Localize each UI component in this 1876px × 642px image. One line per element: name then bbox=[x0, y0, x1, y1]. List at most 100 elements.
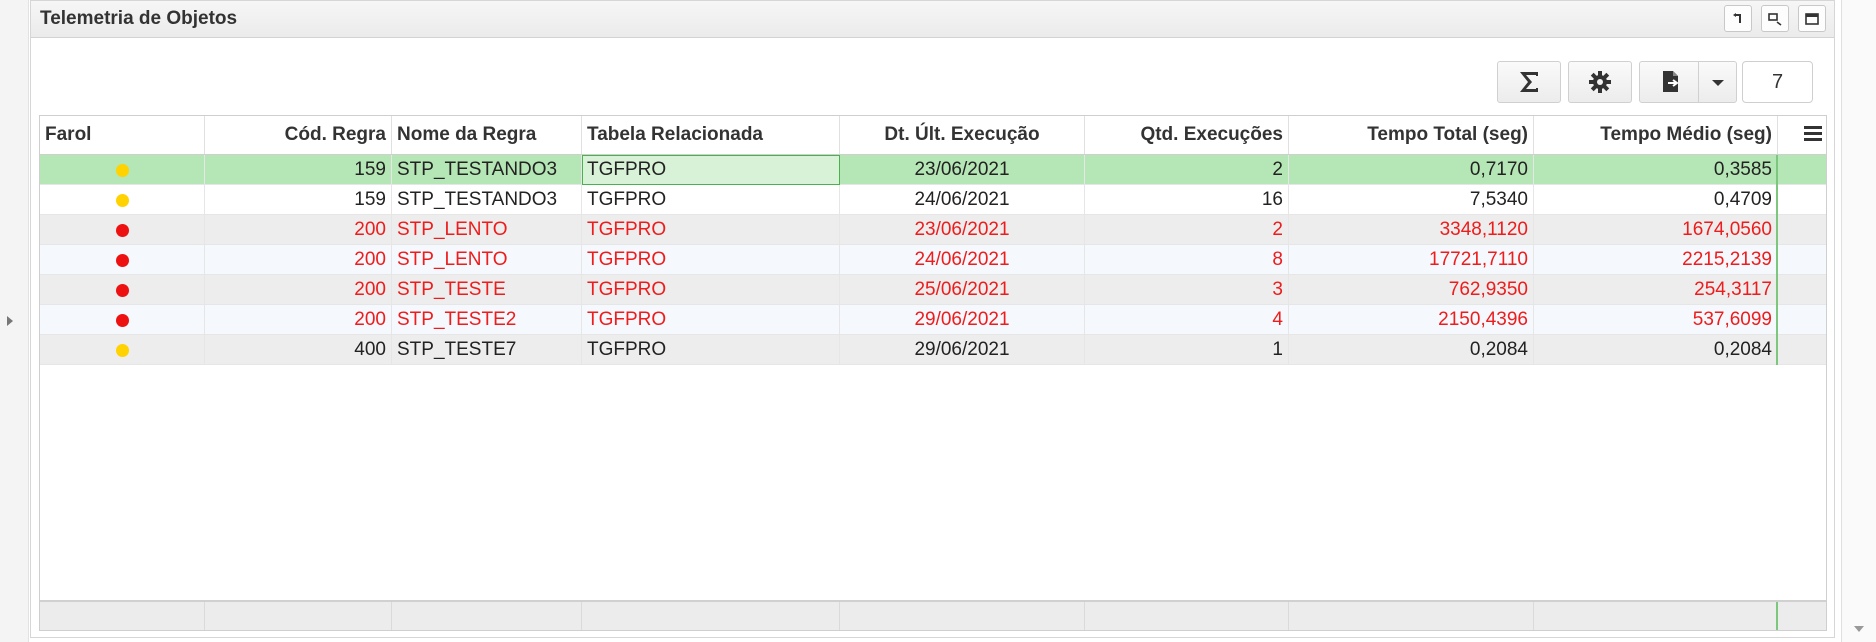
nome-regra-cell: STP_TESTE bbox=[392, 275, 582, 305]
nome-regra-cell: STP_LENTO bbox=[392, 245, 582, 275]
status-dot-red-icon bbox=[116, 314, 129, 327]
farol-cell bbox=[40, 215, 205, 245]
footer-cell bbox=[1534, 602, 1778, 630]
nome-regra-cell: STP_TESTE7 bbox=[392, 335, 582, 365]
settings-button[interactable] bbox=[1568, 61, 1632, 103]
qtd-execucoes-cell: 1 bbox=[1085, 335, 1289, 365]
tabela-cell: TGFPRO bbox=[582, 335, 840, 365]
table-row[interactable]: 159 STP_TESTANDO3 TGFPRO 24/06/2021 16 7… bbox=[40, 185, 1826, 215]
page-size-input[interactable]: 7 bbox=[1742, 61, 1813, 103]
expand-arrow-icon[interactable] bbox=[7, 316, 13, 326]
farol-cell bbox=[40, 185, 205, 215]
cod-regra-cell: 400 bbox=[205, 335, 392, 365]
tabela-cell[interactable]: TGFPRO bbox=[582, 155, 840, 185]
table-row[interactable]: 200 STP_TESTE2 TGFPRO 29/06/2021 4 2150,… bbox=[40, 305, 1826, 335]
footer-cell bbox=[40, 602, 205, 630]
chevron-down-icon[interactable] bbox=[1712, 80, 1724, 86]
footer-cell bbox=[582, 602, 840, 630]
grid-header: Farol Cód. Regra Nome da Regra Tabela Re… bbox=[40, 116, 1826, 155]
farol-cell bbox=[40, 335, 205, 365]
column-header-cod-regra[interactable]: Cód. Regra bbox=[205, 116, 392, 154]
status-dot-red-icon bbox=[116, 224, 129, 237]
tempo-total-cell: 0,2084 bbox=[1289, 335, 1534, 365]
tempo-total-cell: 7,5340 bbox=[1289, 185, 1534, 215]
tabela-cell: TGFPRO bbox=[582, 185, 840, 215]
dt-execucao-cell: 23/06/2021 bbox=[840, 215, 1085, 245]
row-edge-marker bbox=[1776, 155, 1778, 185]
footer-cell bbox=[840, 602, 1085, 630]
column-menu-icon[interactable] bbox=[1804, 126, 1822, 144]
column-header-tabela[interactable]: Tabela Relacionada bbox=[582, 116, 840, 154]
column-header-dt-execucao[interactable]: Dt. Últ. Execução bbox=[840, 116, 1085, 154]
table-row[interactable]: 200 STP_LENTO TGFPRO 24/06/2021 8 17721,… bbox=[40, 245, 1826, 275]
tabela-cell: TGFPRO bbox=[582, 275, 840, 305]
undo-icon bbox=[1733, 13, 1741, 23]
nome-regra-cell: STP_TESTE2 bbox=[392, 305, 582, 335]
qtd-execucoes-cell: 2 bbox=[1085, 215, 1289, 245]
tempo-total-cell: 2150,4396 bbox=[1289, 305, 1534, 335]
table-row[interactable]: 159 STP_TESTANDO3 TGFPRO 23/06/2021 2 0,… bbox=[40, 155, 1826, 185]
export-file-icon bbox=[1663, 71, 1679, 92]
table-row[interactable]: 200 STP_TESTE TGFPRO 25/06/2021 3 762,93… bbox=[40, 275, 1826, 305]
column-header-nome-regra[interactable]: Nome da Regra bbox=[392, 116, 582, 154]
qtd-execucoes-cell: 2 bbox=[1085, 155, 1289, 185]
column-header-qtd-execucoes[interactable]: Qtd. Execuções bbox=[1085, 116, 1289, 154]
table-row[interactable]: 400 STP_TESTE7 TGFPRO 29/06/2021 1 0,208… bbox=[40, 335, 1826, 365]
footer-cell bbox=[1085, 602, 1289, 630]
tempo-total-cell: 17721,7110 bbox=[1289, 245, 1534, 275]
panel-title: Telemetria de Objetos bbox=[40, 8, 238, 29]
row-edge-marker bbox=[1776, 275, 1778, 305]
dt-execucao-cell: 29/06/2021 bbox=[840, 335, 1085, 365]
dt-execucao-cell: 29/06/2021 bbox=[840, 305, 1085, 335]
panel-titlebar: Telemetria de Objetos bbox=[31, 1, 1834, 38]
maximize-icon bbox=[1805, 13, 1819, 25]
tempo-medio-cell: 0,4709 bbox=[1534, 185, 1778, 215]
column-header-farol[interactable]: Farol bbox=[40, 116, 205, 154]
dt-execucao-cell: 23/06/2021 bbox=[840, 155, 1085, 185]
row-edge-marker bbox=[1776, 245, 1778, 275]
maximize-button[interactable] bbox=[1798, 5, 1826, 32]
grid-summary-footer bbox=[40, 600, 1826, 630]
restore-button[interactable] bbox=[1724, 5, 1752, 32]
nome-regra-cell: STP_TESTANDO3 bbox=[392, 185, 582, 215]
farol-cell bbox=[40, 305, 205, 335]
split-divider bbox=[1698, 62, 1699, 102]
cod-regra-cell: 200 bbox=[205, 245, 392, 275]
footer-cell bbox=[392, 602, 582, 630]
dt-execucao-cell: 24/06/2021 bbox=[840, 185, 1085, 215]
row-edge-marker bbox=[1776, 305, 1778, 335]
cod-regra-cell: 159 bbox=[205, 185, 392, 215]
tempo-medio-cell: 0,2084 bbox=[1534, 335, 1778, 365]
column-header-tempo-total[interactable]: Tempo Total (seg) bbox=[1289, 116, 1534, 154]
gear-icon bbox=[1589, 71, 1611, 93]
detach-button[interactable] bbox=[1761, 5, 1789, 32]
column-header-tempo-medio[interactable]: Tempo Médio (seg) bbox=[1534, 116, 1778, 154]
table-row[interactable]: 200 STP_LENTO TGFPRO 23/06/2021 2 3348,1… bbox=[40, 215, 1826, 245]
scroll-down-arrow-icon[interactable] bbox=[1854, 626, 1864, 632]
cod-regra-cell: 200 bbox=[205, 275, 392, 305]
nome-regra-cell: STP_LENTO bbox=[392, 215, 582, 245]
qtd-execucoes-cell: 4 bbox=[1085, 305, 1289, 335]
sum-button[interactable] bbox=[1497, 61, 1561, 103]
qtd-execucoes-cell: 3 bbox=[1085, 275, 1289, 305]
status-dot-red-icon bbox=[116, 254, 129, 267]
tabela-cell: TGFPRO bbox=[582, 305, 840, 335]
cod-regra-cell: 200 bbox=[205, 305, 392, 335]
tempo-total-cell: 762,9350 bbox=[1289, 275, 1534, 305]
tabela-cell: TGFPRO bbox=[582, 215, 840, 245]
sigma-icon bbox=[1520, 72, 1538, 92]
status-dot-yellow-icon bbox=[116, 164, 129, 177]
tempo-medio-cell: 537,6099 bbox=[1534, 305, 1778, 335]
row-edge-marker bbox=[1776, 215, 1778, 245]
status-dot-yellow-icon bbox=[116, 344, 129, 357]
row-edge-marker bbox=[1776, 602, 1778, 630]
export-button[interactable] bbox=[1639, 61, 1737, 103]
left-collapse-gutter[interactable] bbox=[0, 0, 29, 642]
right-scroll-gutter[interactable] bbox=[1841, 0, 1876, 642]
row-edge-marker bbox=[1776, 185, 1778, 215]
telemetry-panel: Telemetria de Objetos 7 Farol Cód. Regra… bbox=[30, 0, 1835, 638]
farol-cell bbox=[40, 275, 205, 305]
farol-cell bbox=[40, 155, 205, 185]
cod-regra-cell: 200 bbox=[205, 215, 392, 245]
dt-execucao-cell: 25/06/2021 bbox=[840, 275, 1085, 305]
